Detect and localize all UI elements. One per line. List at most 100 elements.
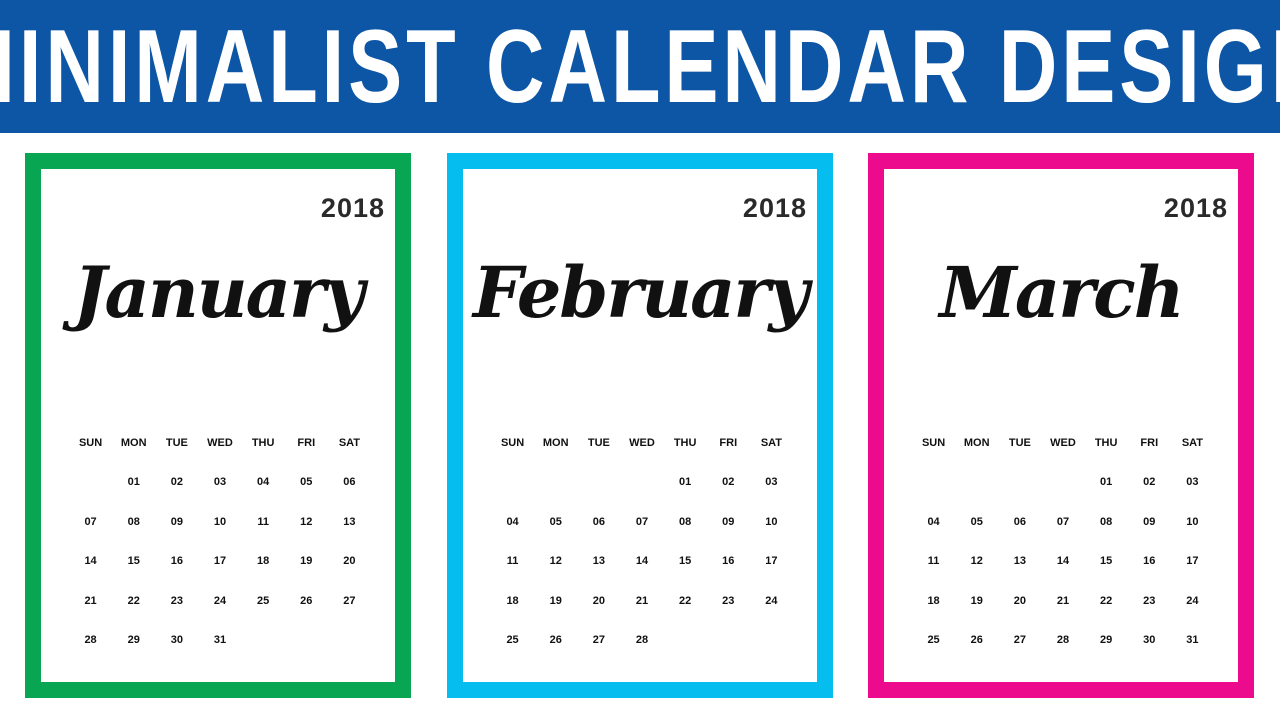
weekday-header: SAT [1181,437,1203,449]
day-cell: 15 [1100,555,1113,567]
weekday-header: WED [1050,437,1076,449]
day-cell: 27 [592,634,605,646]
weekday-header: SAT [338,437,360,449]
year-label: 2018 [742,193,807,223]
day-cell: 09 [170,515,183,528]
title-banner: MINIMALIST CALENDAR DESIGN [0,0,1280,133]
day-cell: 03 [1186,476,1199,488]
empty-cell [491,476,534,516]
day-cell: 04 [257,476,270,488]
day-cell: 23 [1143,594,1156,607]
weekday-header: THU [251,437,275,449]
day-cell: 05 [970,515,983,528]
day-cell: 24 [1186,594,1199,607]
day-cell: 28 [635,634,649,646]
day-cell: 25 [927,634,940,646]
weekday-header: MON [963,437,990,449]
day-cell: 28 [1056,634,1070,646]
weekday-header: WED [207,437,233,449]
day-cell: 08 [679,515,692,528]
day-cell: 30 [1143,634,1156,646]
empty-cell [534,476,577,516]
day-cell: 10 [1186,515,1199,528]
day-cell: 15 [127,555,140,567]
day-cell: 17 [213,555,227,567]
day-cell: 11 [257,515,269,528]
weekday-header: MON [542,437,569,449]
day-cell: 26 [970,634,983,646]
day-grid: SUN MON TUE WED THU FRI SAT 01 02 03 04 05 06 07 08 09 1… [69,437,371,674]
day-cell: 31 [213,634,227,646]
day-cell: 02 [722,476,735,488]
calendar-card-february: 2018 February SUN MON TUE WED THU FRI SAT 01 02 03 0… [447,153,833,698]
day-cell: 05 [549,515,562,528]
day-cell: 23 [170,594,183,607]
day-cell: 22 [127,594,140,607]
day-cell: 28 [84,634,97,646]
day-cell: 13 [343,515,356,528]
day-cell: 18 [927,594,940,607]
day-cell: 27 [343,594,356,607]
day-cell: 16 [1143,555,1156,567]
day-cell: 20 [1013,594,1026,607]
day-cell: 02 [1143,476,1156,488]
day-cell: 20 [343,555,356,567]
day-cell: 11 [927,555,940,567]
day-cell: 24 [765,594,778,607]
day-cell: 07 [1056,515,1070,528]
day-cell: 08 [127,515,140,528]
day-cell: 10 [765,515,778,528]
empty-cell [955,476,998,516]
weekday-header: WED [629,437,655,449]
day-cell: 30 [170,634,183,646]
day-cell: 17 [1186,555,1199,567]
empty-cell [69,476,112,516]
day-cell: 23 [722,594,735,607]
month-name: January [73,251,364,334]
day-cell: 06 [343,476,356,488]
month-name: March [939,251,1184,334]
year-label: 2018 [1163,193,1228,223]
weekday-header: THU [673,437,697,449]
day-cell: 12 [300,515,313,528]
day-cell: 03 [213,476,227,488]
empty-cell [998,476,1041,516]
day-grid: SUN MON TUE WED THU FRI SAT 01 02 03 04 05 06 07 08 09 1… [491,437,793,674]
day-cell: 17 [765,555,778,567]
day-cell: 29 [127,634,140,646]
day-cell: 16 [170,555,183,567]
day-cell: 07 [635,515,649,528]
day-cell: 04 [927,515,940,528]
day-cell: 22 [1100,594,1113,607]
day-cell: 27 [1013,634,1026,646]
day-cell: 15 [679,555,692,567]
day-cell: 07 [84,515,97,528]
calendar-card-march: 2018 March SUN MON TUE WED THU FRI SAT 01 02 03 04 05… [868,153,1254,698]
weekday-header: FRI [1140,437,1159,449]
empty-cell [577,476,620,516]
day-cell: 13 [1013,555,1026,567]
weekday-header: TUE [1008,437,1031,449]
day-cell: 06 [1013,515,1026,528]
day-cell: 24 [213,594,227,607]
day-cell: 05 [300,476,313,488]
day-cell: 16 [722,555,735,567]
day-cell: 25 [506,634,519,646]
weekday-header: FRI [297,437,316,449]
day-cell: 20 [592,594,605,607]
weekday-header: SUN [921,437,946,449]
day-cell: 18 [257,555,270,567]
day-cell: 26 [300,594,313,607]
day-cell: 22 [679,594,692,607]
day-cell: 09 [1143,515,1156,528]
day-cell: 01 [127,476,140,488]
weekday-header: SUN [78,437,103,449]
weekday-header: TUE [587,437,610,449]
empty-cell [620,476,663,516]
calendar-card-january: 2018 January SUN MON TUE WED THU FRI SAT 01 02 03 04… [25,153,411,698]
day-cell: 02 [170,476,183,488]
day-cell: 25 [257,594,270,607]
day-cell: 19 [300,555,313,567]
weekday-header: SUN [500,437,525,449]
weekday-header: FRI [719,437,738,449]
